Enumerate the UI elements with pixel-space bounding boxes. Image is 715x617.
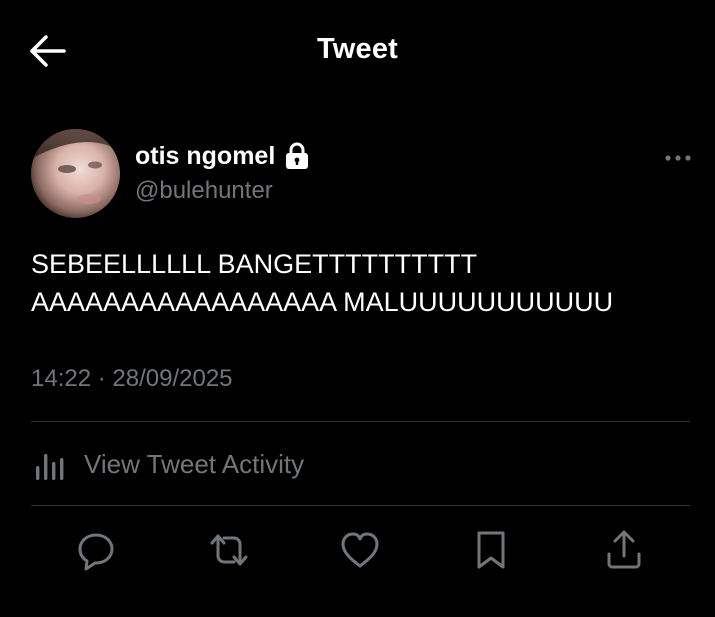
view-tweet-activity-button[interactable]: View Tweet Activity <box>31 441 304 487</box>
page-title: Tweet <box>316 33 399 65</box>
divider <box>31 421 690 422</box>
more-options-button[interactable] <box>664 148 694 168</box>
display-name: otis ngomel <box>135 141 276 170</box>
tweet-text-line: SEBEELLLLLL BANGETTTTTTTTTT <box>31 249 478 279</box>
divider <box>31 505 690 506</box>
bar-chart-icon <box>36 454 64 480</box>
meta-separator: · <box>91 365 113 392</box>
retweet-button[interactable] <box>207 528 251 572</box>
tweet-actions-bar <box>0 528 715 576</box>
tweet-time: 14:22 <box>31 365 92 392</box>
top-bar: Tweet <box>0 0 715 100</box>
more-horizontal-icon <box>665 155 691 161</box>
tweet-date: 28/09/2025 <box>112 365 233 392</box>
tweet-text: SEBEELLLLLL BANGETTTTTTTTTT AAAAAAAAAAAA… <box>31 245 701 321</box>
bookmark-icon <box>477 531 505 569</box>
share-icon <box>607 530 641 569</box>
author-handle: @bulehunter <box>135 177 273 204</box>
heart-icon <box>341 532 379 568</box>
bookmark-button[interactable] <box>469 528 513 572</box>
avatar[interactable] <box>31 129 120 218</box>
lock-icon <box>285 142 309 170</box>
retweet-icon <box>210 534 248 566</box>
reply-icon <box>78 533 114 571</box>
like-button[interactable] <box>338 528 382 572</box>
avatar-photo <box>31 129 120 218</box>
tweet-timestamp: 14:22 · 28/09/2025 <box>31 365 233 393</box>
share-button[interactable] <box>602 528 646 572</box>
reply-button[interactable] <box>74 528 118 572</box>
author-info[interactable]: otis ngomel @bulehunter <box>135 139 309 205</box>
tweet-text-line: AAAAAAAAAAAAAAAAA MALUUUUUUUUUUU <box>31 287 614 317</box>
view-tweet-activity-label: View Tweet Activity <box>84 448 305 479</box>
